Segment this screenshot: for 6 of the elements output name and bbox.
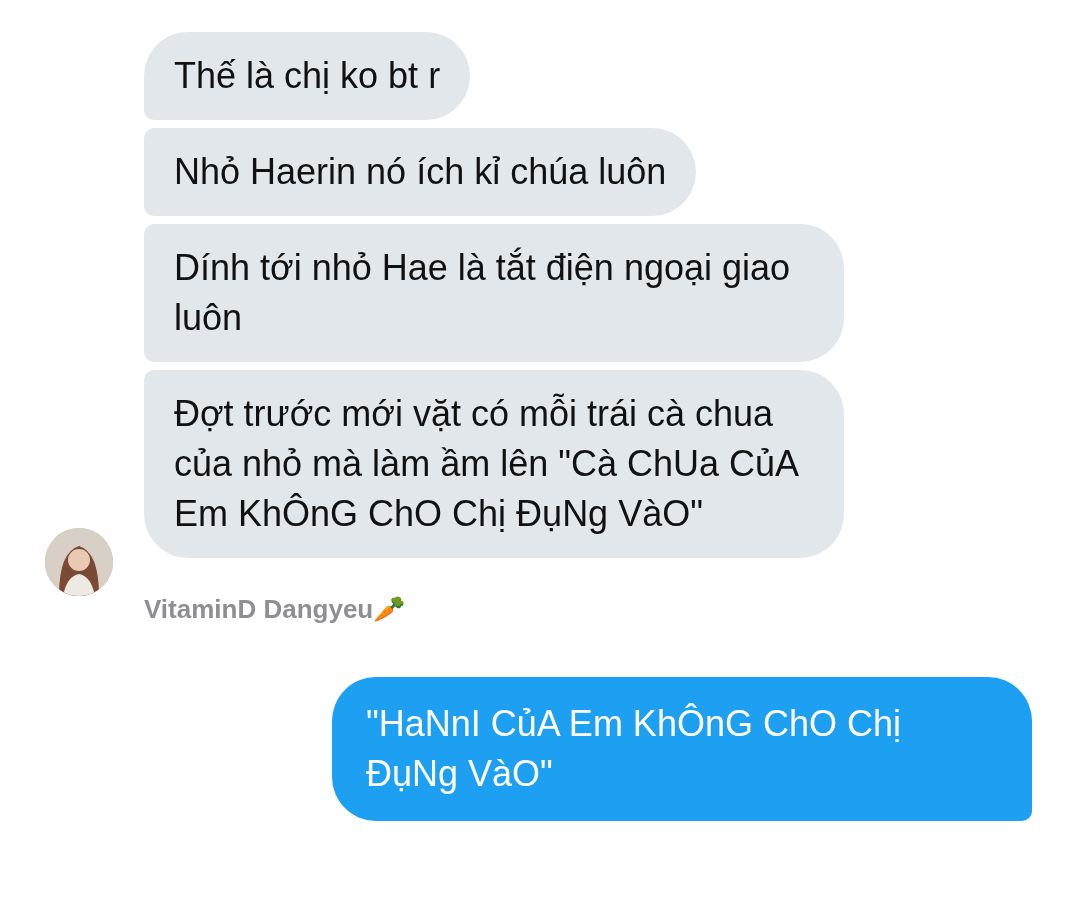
message-bubble: Dính tới nhỏ Hae là tắt điện ngoại giao luôn (144, 224, 844, 362)
message-bubble: Nhỏ Haerin nó ích kỉ chúa luôn (144, 128, 697, 216)
message-bubble: "HaNnI CủA Em KhÔnG ChO Chị ĐụNg VàO" (332, 677, 1032, 821)
message-bubble: Đợt trước mới vặt có mỗi trái cà chua của nhỏ mà làm ầm lên "Cà ChUa CủA Em KhÔnG ChO Chị ĐụNg VàO" (144, 370, 844, 558)
sender-name: VitaminD Dangyeu🥕 (143, 593, 407, 626)
message-bubble: Thế là chị ko bt r (144, 32, 471, 120)
